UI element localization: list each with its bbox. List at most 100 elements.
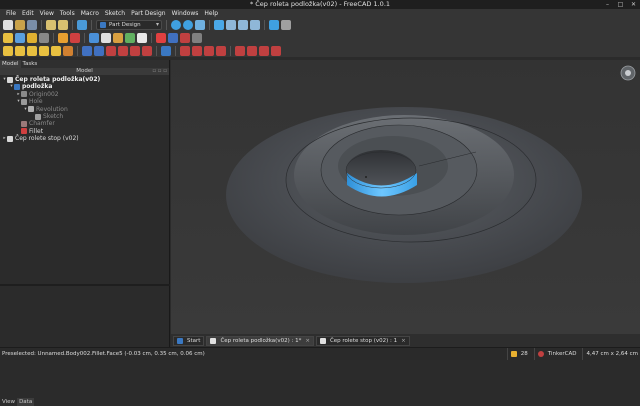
combo-view: Model Tasks Model ▫ ▫ ▫ ▾ Čep roleta podl… [0,60,170,406]
menu-tools[interactable]: Tools [57,9,78,18]
pad-icon[interactable] [3,45,13,56]
menu-help[interactable]: Help [201,9,221,18]
sketch-new-icon[interactable] [101,32,111,43]
tab-tasks[interactable]: Tasks [21,60,40,68]
close-button[interactable]: ✕ [630,1,637,8]
menu-windows[interactable]: Windows [169,9,202,18]
draw-style-icon[interactable] [195,19,205,30]
save-icon[interactable] [27,19,37,30]
group-icon[interactable] [15,32,25,43]
revolution-tool-icon[interactable] [15,45,25,56]
doc-tab-stop[interactable]: Čep rolete stop (v02) : 1 × [315,335,410,346]
groove-icon[interactable] [106,45,116,56]
subtractive-pipe-icon[interactable] [130,45,140,56]
window-title: * Čep roleta podložka(v02) - FreeCAD 1.0… [249,0,391,8]
hole-icon [21,98,27,105]
loft-icon[interactable] [27,45,37,56]
variables-icon[interactable] [39,32,49,43]
boolean-icon[interactable] [161,45,171,56]
pipe-icon[interactable] [39,45,49,56]
close-tab-icon[interactable]: × [401,338,406,344]
tree-item[interactable]: Sketch [0,113,169,120]
doc-tab-podlozka[interactable]: Čep roleta podložka(v02) : 1* × [206,335,314,346]
redo-icon[interactable] [58,19,68,30]
tab-model[interactable]: Model [0,60,21,68]
document-icon [7,76,13,83]
top-view-icon[interactable] [238,19,248,30]
part-icon[interactable] [3,32,13,43]
fit-selection-icon[interactable] [183,19,193,30]
more-datum-icon[interactable] [192,32,202,43]
refresh-icon[interactable] [77,19,87,30]
attach-icon[interactable] [125,32,135,43]
3d-view[interactable] [171,60,640,334]
tree-item[interactable]: ▸ Origin002 [0,91,169,98]
close-tab-icon[interactable]: × [305,338,310,344]
panel-splitter[interactable] [0,284,170,286]
minimize-button[interactable]: – [604,1,611,8]
pocket-icon[interactable] [82,45,92,56]
right-view-icon[interactable] [250,19,260,30]
isometric-view-icon[interactable] [214,19,224,30]
subtractive-loft-icon[interactable] [118,45,128,56]
tree-header-controls[interactable]: ▫ ▫ ▫ [152,68,167,75]
datum-icon[interactable] [58,32,68,43]
tree-item[interactable]: Fillet [0,128,169,135]
tree-item[interactable]: Chamfer [0,120,169,127]
body-icon[interactable] [89,32,99,43]
additive-primitive-icon[interactable] [63,45,73,56]
point-icon[interactable] [180,32,190,43]
tree-item[interactable]: ▸ Čep rolete stop (v02) [0,135,169,142]
clone-icon[interactable] [137,32,147,43]
navigation-style[interactable]: TinkerCAD [533,348,576,360]
document-icon [210,337,217,344]
subtractive-helix-icon[interactable] [142,45,152,56]
pin-icon[interactable] [70,32,80,43]
line-icon[interactable] [168,32,178,43]
menu-part-design[interactable]: Part Design [128,9,168,18]
link-icon[interactable] [27,32,37,43]
front-view-icon[interactable] [226,19,236,30]
menu-macro[interactable]: Macro [78,9,102,18]
linear-pattern-icon[interactable] [247,45,257,56]
body-icon [14,84,20,91]
workbench-selector[interactable]: Part Design [96,19,162,30]
plane-icon[interactable] [156,32,166,43]
menu-edit[interactable]: Edit [19,9,37,18]
helix-icon[interactable] [51,45,61,56]
tree-item[interactable]: ▾ Čep roleta podložka(v02) [0,76,169,83]
fillet-tool-icon[interactable] [180,45,190,56]
thickness-icon[interactable] [216,45,226,56]
chamfer-tool-icon[interactable] [192,45,202,56]
tree-item[interactable]: ▾ podložka [0,83,169,90]
menu-file[interactable]: File [3,9,19,18]
multi-transform-icon[interactable] [271,45,281,56]
tab-data[interactable]: Data [17,398,35,406]
mirror-icon[interactable] [235,45,245,56]
validate-sketch-icon[interactable] [113,32,123,43]
toolbar-features [0,44,640,57]
tree-item[interactable]: ▾ Revolution [0,106,169,113]
open-folder-icon[interactable] [15,19,25,30]
property-tabs: View Data [0,398,35,406]
notification-counter[interactable]: 28 [506,348,528,360]
doc-tab-start[interactable]: Start [173,335,205,346]
preselection-text: Preselected: Unnamed.Body002.Fillet.Face… [2,351,205,357]
fit-all-icon[interactable] [171,19,181,30]
navigation-cube[interactable] [620,65,636,81]
tab-view[interactable]: View [0,398,17,406]
status-bar: Preselected: Unnamed.Body002.Fillet.Face… [0,347,640,360]
undo-icon[interactable] [46,19,56,30]
new-document-icon[interactable] [3,19,13,30]
hole-tool-icon[interactable] [94,45,104,56]
maximize-button[interactable]: □ [617,1,624,8]
3d-model[interactable] [171,60,640,334]
what-is-this-icon[interactable] [281,19,291,30]
menu-view[interactable]: View [37,9,57,18]
menu-sketch[interactable]: Sketch [102,9,128,18]
draft-icon[interactable] [204,45,214,56]
tree-item[interactable]: ▾ Hole [0,98,169,105]
doc-tab-stop-label: Čep rolete stop (v02) : 1 [329,337,398,344]
polar-pattern-icon[interactable] [259,45,269,56]
measure-icon[interactable] [269,19,279,30]
